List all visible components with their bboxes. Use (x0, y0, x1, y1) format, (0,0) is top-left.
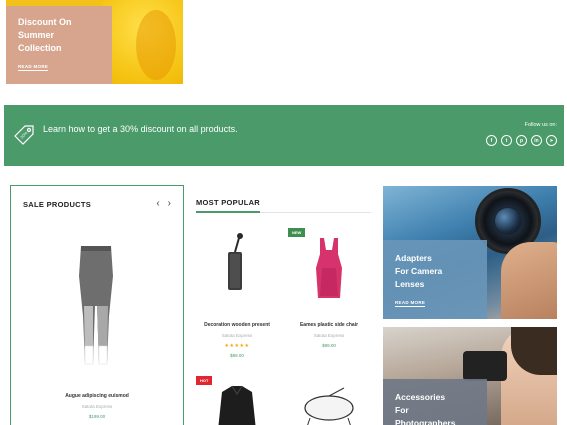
product-name[interactable]: Decoration wooden present (196, 322, 278, 328)
product-image[interactable] (296, 228, 362, 308)
product-card[interactable]: Eames plastic side chair Satota Express … (288, 228, 370, 378)
product-image[interactable] (204, 228, 270, 308)
read-more-link[interactable]: READ MORE (395, 300, 426, 307)
price-tag-icon: 30% (14, 125, 34, 145)
chevron-left-icon[interactable]: ‹ (156, 198, 159, 209)
summer-collection-promo[interactable]: Discount On Summer Collection READ MORE (6, 0, 183, 84)
rating-stars-icon: ★★★★★ (224, 343, 250, 349)
pinterest-icon[interactable]: p (516, 135, 527, 146)
chevron-right-icon[interactable]: › (168, 198, 171, 209)
promo-label-box: Accessories For Photographers (383, 379, 487, 425)
product-image[interactable] (296, 384, 362, 425)
product-price: $199.00 (88, 414, 106, 419)
product-price: $99.00 (322, 343, 336, 348)
promo-label-box: Discount On Summer Collection READ MORE (6, 6, 112, 84)
promo-title: Accessories For Photographers (395, 392, 456, 425)
most-popular-section: MOST POPULAR NEW Decoration wooden prese… (196, 186, 371, 425)
sale-products-heading: SALE PRODUCTS (23, 200, 92, 209)
product-price: $89.00 (230, 353, 244, 358)
product-image[interactable] (71, 246, 121, 366)
social-links: f t p in ➤ (486, 135, 557, 146)
product-vendor: Satota Express (81, 404, 113, 409)
carousel-arrows: ‹ › (156, 198, 171, 209)
product-card[interactable] (288, 376, 370, 425)
read-more-link[interactable]: READ MORE (18, 64, 49, 71)
telegram-icon[interactable]: ➤ (546, 135, 557, 146)
banner-message: Learn how to get a 30% discount on all p… (43, 124, 238, 134)
linkedin-icon[interactable]: in (531, 135, 542, 146)
facebook-icon[interactable]: f (486, 135, 497, 146)
photographer-accessories-promo[interactable]: Accessories For Photographers (383, 327, 557, 425)
camera-lenses-promo[interactable]: Adapters For Camera Lenses READ MORE (383, 186, 557, 319)
promo-label-box: Adapters For Camera Lenses READ MORE (383, 240, 487, 319)
product-vendor: Satota Express (313, 333, 345, 338)
product-card[interactable]: NEW Decoration wooden present Satota Exp… (196, 228, 306, 378)
svg-text:30%: 30% (19, 130, 29, 140)
promo-title: Adapters For Camera Lenses (395, 253, 443, 289)
promo-title: Discount On Summer Collection (18, 17, 72, 53)
product-card[interactable]: HOT (196, 376, 278, 425)
follow-us-label: Follow us on: (524, 122, 557, 128)
most-popular-heading: MOST POPULAR (196, 198, 261, 207)
discount-banner: 30% Learn how to get a 30% discount on a… (4, 105, 564, 166)
product-name[interactable]: Eames plastic side chair (288, 322, 370, 328)
product-image[interactable] (204, 380, 270, 425)
page: Discount On Summer Collection READ MORE … (0, 0, 567, 425)
product-name[interactable]: Augue adipiscing euismod (11, 393, 183, 399)
twitter-icon[interactable]: t (501, 135, 512, 146)
sale-products-panel: SALE PRODUCTS ‹ › Augue adipiscing euism… (10, 185, 184, 425)
product-vendor: Satota Express (221, 333, 253, 338)
